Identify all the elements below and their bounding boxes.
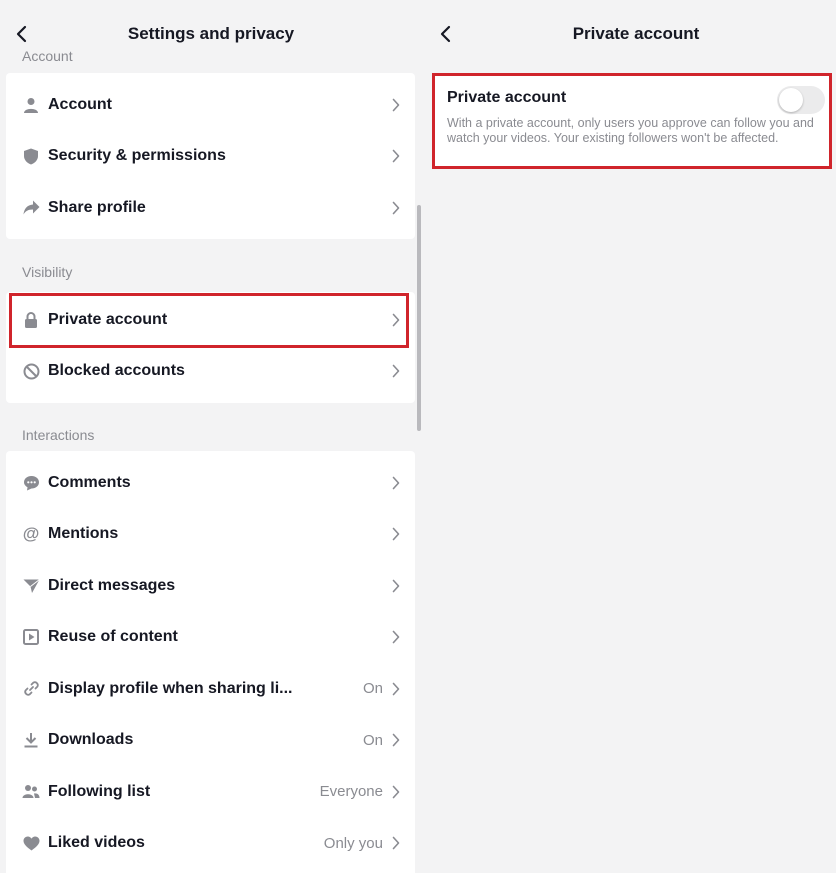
chevron-right-icon — [391, 732, 401, 748]
settings-item-label: Direct messages — [48, 576, 176, 594]
share-arrow-icon — [22, 199, 40, 217]
settings-item-label: Liked videos — [48, 834, 145, 852]
private-account-panel: Private account Private account With a p… — [422, 0, 836, 873]
settings-item-blocked-accounts[interactable]: Blocked accounts — [6, 346, 415, 398]
person-icon — [22, 96, 40, 114]
heart-icon — [22, 834, 40, 852]
section-label-visibility: Visibility — [22, 264, 73, 280]
settings-item-label: Security & permissions — [48, 147, 226, 165]
private-account-description: With a private account, only users you a… — [447, 116, 814, 145]
send-icon — [22, 577, 40, 595]
settings-item-share-profile[interactable]: Share profile — [6, 182, 415, 234]
settings-privacy-panel: Settings and privacy Account Account Sec… — [0, 0, 422, 873]
shield-icon — [22, 147, 40, 165]
chevron-right-icon — [391, 363, 401, 379]
settings-item-account[interactable]: Account — [6, 79, 415, 131]
account-card: Account Security & permissions Share pro… — [6, 73, 415, 239]
settings-item-value: On — [362, 680, 383, 698]
settings-item-label: Comments — [48, 473, 131, 491]
private-account-label: Private account — [447, 89, 567, 106]
chevron-right-icon — [391, 629, 401, 645]
visibility-card: Private account Blocked accounts — [6, 292, 415, 403]
settings-item-label: Mentions — [48, 525, 119, 543]
settings-item-following-list[interactable]: Following list Everyone — [6, 766, 415, 818]
link-icon — [22, 680, 40, 698]
section-label-interactions: Interactions — [22, 427, 95, 443]
chevron-right-icon — [391, 97, 401, 113]
reuse-icon — [22, 628, 40, 646]
settings-item-label: Display profile when sharing li... — [48, 679, 293, 697]
private-account-toggle[interactable] — [777, 86, 825, 114]
chevron-right-icon — [391, 475, 401, 491]
section-label-account: Account — [22, 49, 73, 62]
chevron-right-icon — [391, 835, 401, 851]
settings-item-label: Reuse of content — [48, 628, 178, 646]
blocked-icon — [22, 362, 40, 380]
settings-item-label: Downloads — [48, 731, 134, 749]
private-account-header: Private account — [422, 0, 836, 66]
chevron-right-icon — [391, 200, 401, 216]
private-account-setting-card: Private account With a private account, … — [432, 73, 832, 169]
settings-item-display-profile[interactable]: Display profile when sharing li... On — [6, 663, 415, 715]
settings-item-label: Private account — [48, 310, 168, 328]
download-icon — [22, 731, 40, 749]
settings-item-label: Following list — [48, 782, 151, 800]
page-title: Private account — [572, 24, 700, 43]
lock-icon — [22, 311, 40, 329]
settings-item-comments[interactable]: Comments — [6, 457, 415, 509]
scrollbar[interactable] — [417, 205, 421, 431]
settings-item-private-account[interactable]: Private account — [6, 294, 415, 346]
comment-icon — [22, 474, 40, 492]
chevron-right-icon — [391, 148, 401, 164]
settings-item-liked-videos[interactable]: Liked videos Only you — [6, 818, 415, 870]
settings-item-downloads[interactable]: Downloads On — [6, 715, 415, 767]
settings-item-security[interactable]: Security & permissions — [6, 131, 415, 183]
chevron-right-icon — [391, 578, 401, 594]
settings-item-direct-messages[interactable]: Direct messages — [6, 560, 415, 612]
people-icon — [22, 783, 40, 801]
chevron-right-icon — [391, 526, 401, 542]
at-icon: @ — [22, 524, 40, 544]
settings-item-value: On — [362, 731, 383, 749]
settings-item-value: Only you — [323, 834, 383, 852]
settings-item-label: Account — [48, 95, 112, 113]
page-title: Settings and privacy — [127, 24, 295, 43]
chevron-right-icon — [391, 681, 401, 697]
interactions-card: Comments @ Mentions Direct messages Reus… — [6, 451, 415, 873]
chevron-right-icon — [391, 784, 401, 800]
settings-item-label: Share profile — [48, 198, 146, 216]
toggle-knob — [779, 88, 803, 112]
settings-item-label: Blocked accounts — [48, 362, 185, 380]
settings-item-reuse-of-content[interactable]: Reuse of content — [6, 612, 415, 664]
chevron-right-icon — [391, 312, 401, 328]
settings-item-value: Everyone — [319, 783, 383, 801]
settings-item-mentions[interactable]: @ Mentions — [6, 509, 415, 561]
